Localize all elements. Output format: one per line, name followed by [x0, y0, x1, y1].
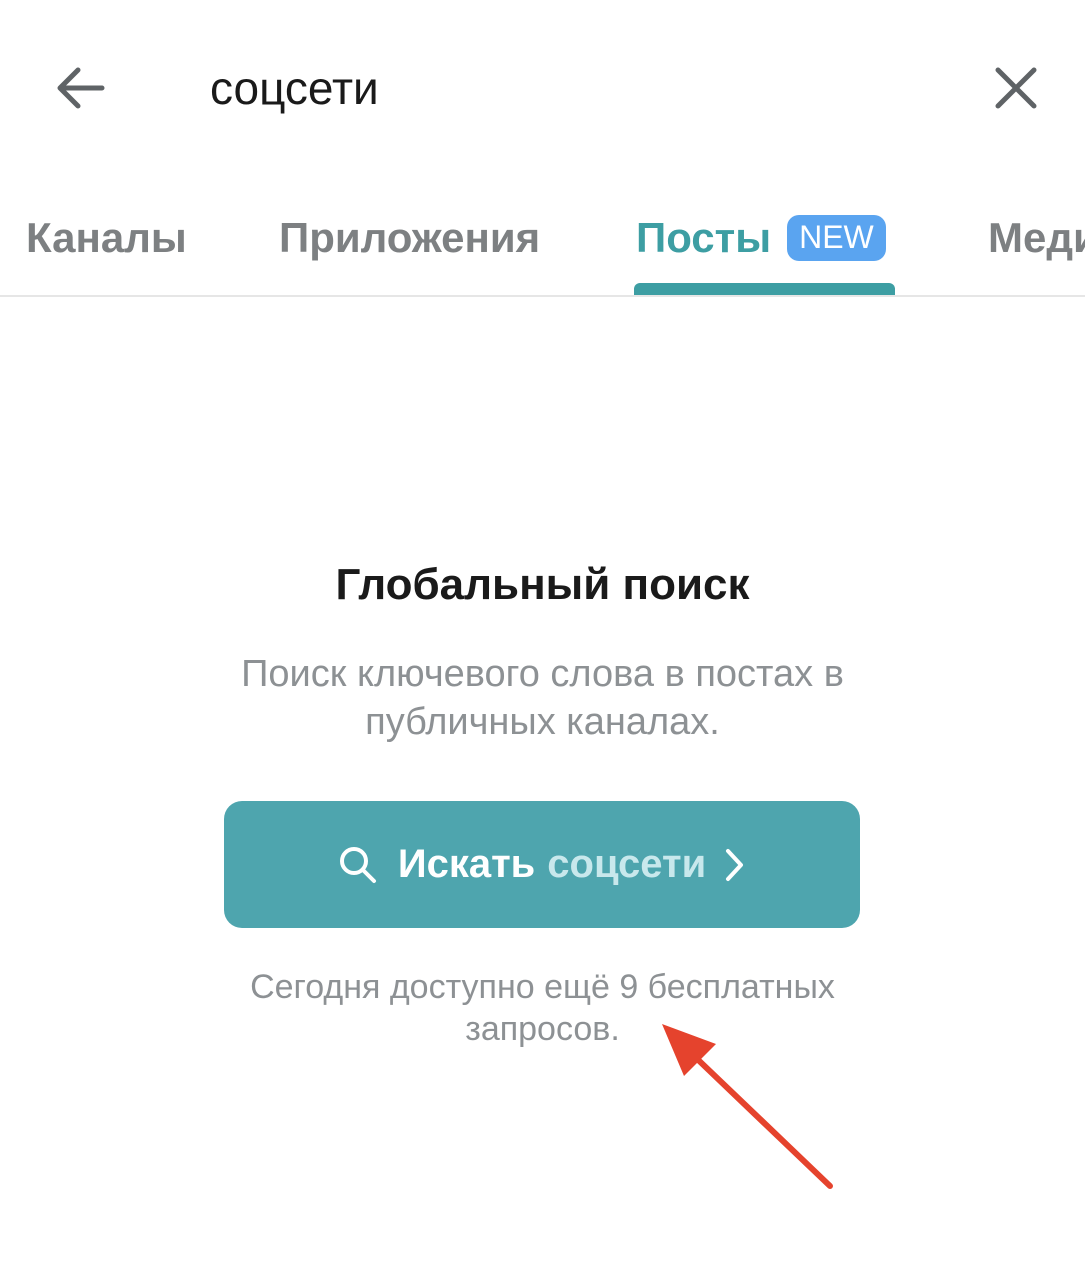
- global-search-title: Глобальный поиск: [335, 560, 750, 609]
- clear-search-button[interactable]: [984, 56, 1048, 120]
- search-button-label: Искать: [397, 842, 536, 886]
- active-tab-indicator: [634, 283, 895, 295]
- tab-apps[interactable]: Приложения: [279, 180, 540, 295]
- search-input[interactable]: [210, 52, 950, 124]
- close-icon: [995, 67, 1037, 109]
- global-search-button[interactable]: Искать соцсети: [224, 801, 860, 928]
- search-button-query: соцсети: [547, 842, 707, 886]
- annotation-arrow-icon: [662, 1024, 833, 1189]
- search-tabs: Каналы Приложения Посты NEW Медиа: [0, 180, 1085, 297]
- tab-label: Каналы: [26, 213, 187, 261]
- tab-channels[interactable]: Каналы: [26, 180, 187, 295]
- tab-media[interactable]: Медиа: [988, 180, 1085, 295]
- arrow-left-icon: [57, 67, 105, 109]
- tab-label: Приложения: [279, 213, 541, 261]
- tab-posts[interactable]: Посты NEW: [636, 180, 886, 295]
- new-badge: NEW: [787, 214, 886, 261]
- tab-label: Посты: [636, 213, 772, 261]
- back-button[interactable]: [48, 56, 112, 120]
- global-search-description: Поиск ключевого слова в постах в публичн…: [241, 653, 844, 743]
- tab-label: Медиа: [988, 213, 1085, 261]
- chevron-right-icon: [724, 847, 746, 883]
- search-header: [0, 0, 1085, 180]
- search-icon: [339, 846, 376, 883]
